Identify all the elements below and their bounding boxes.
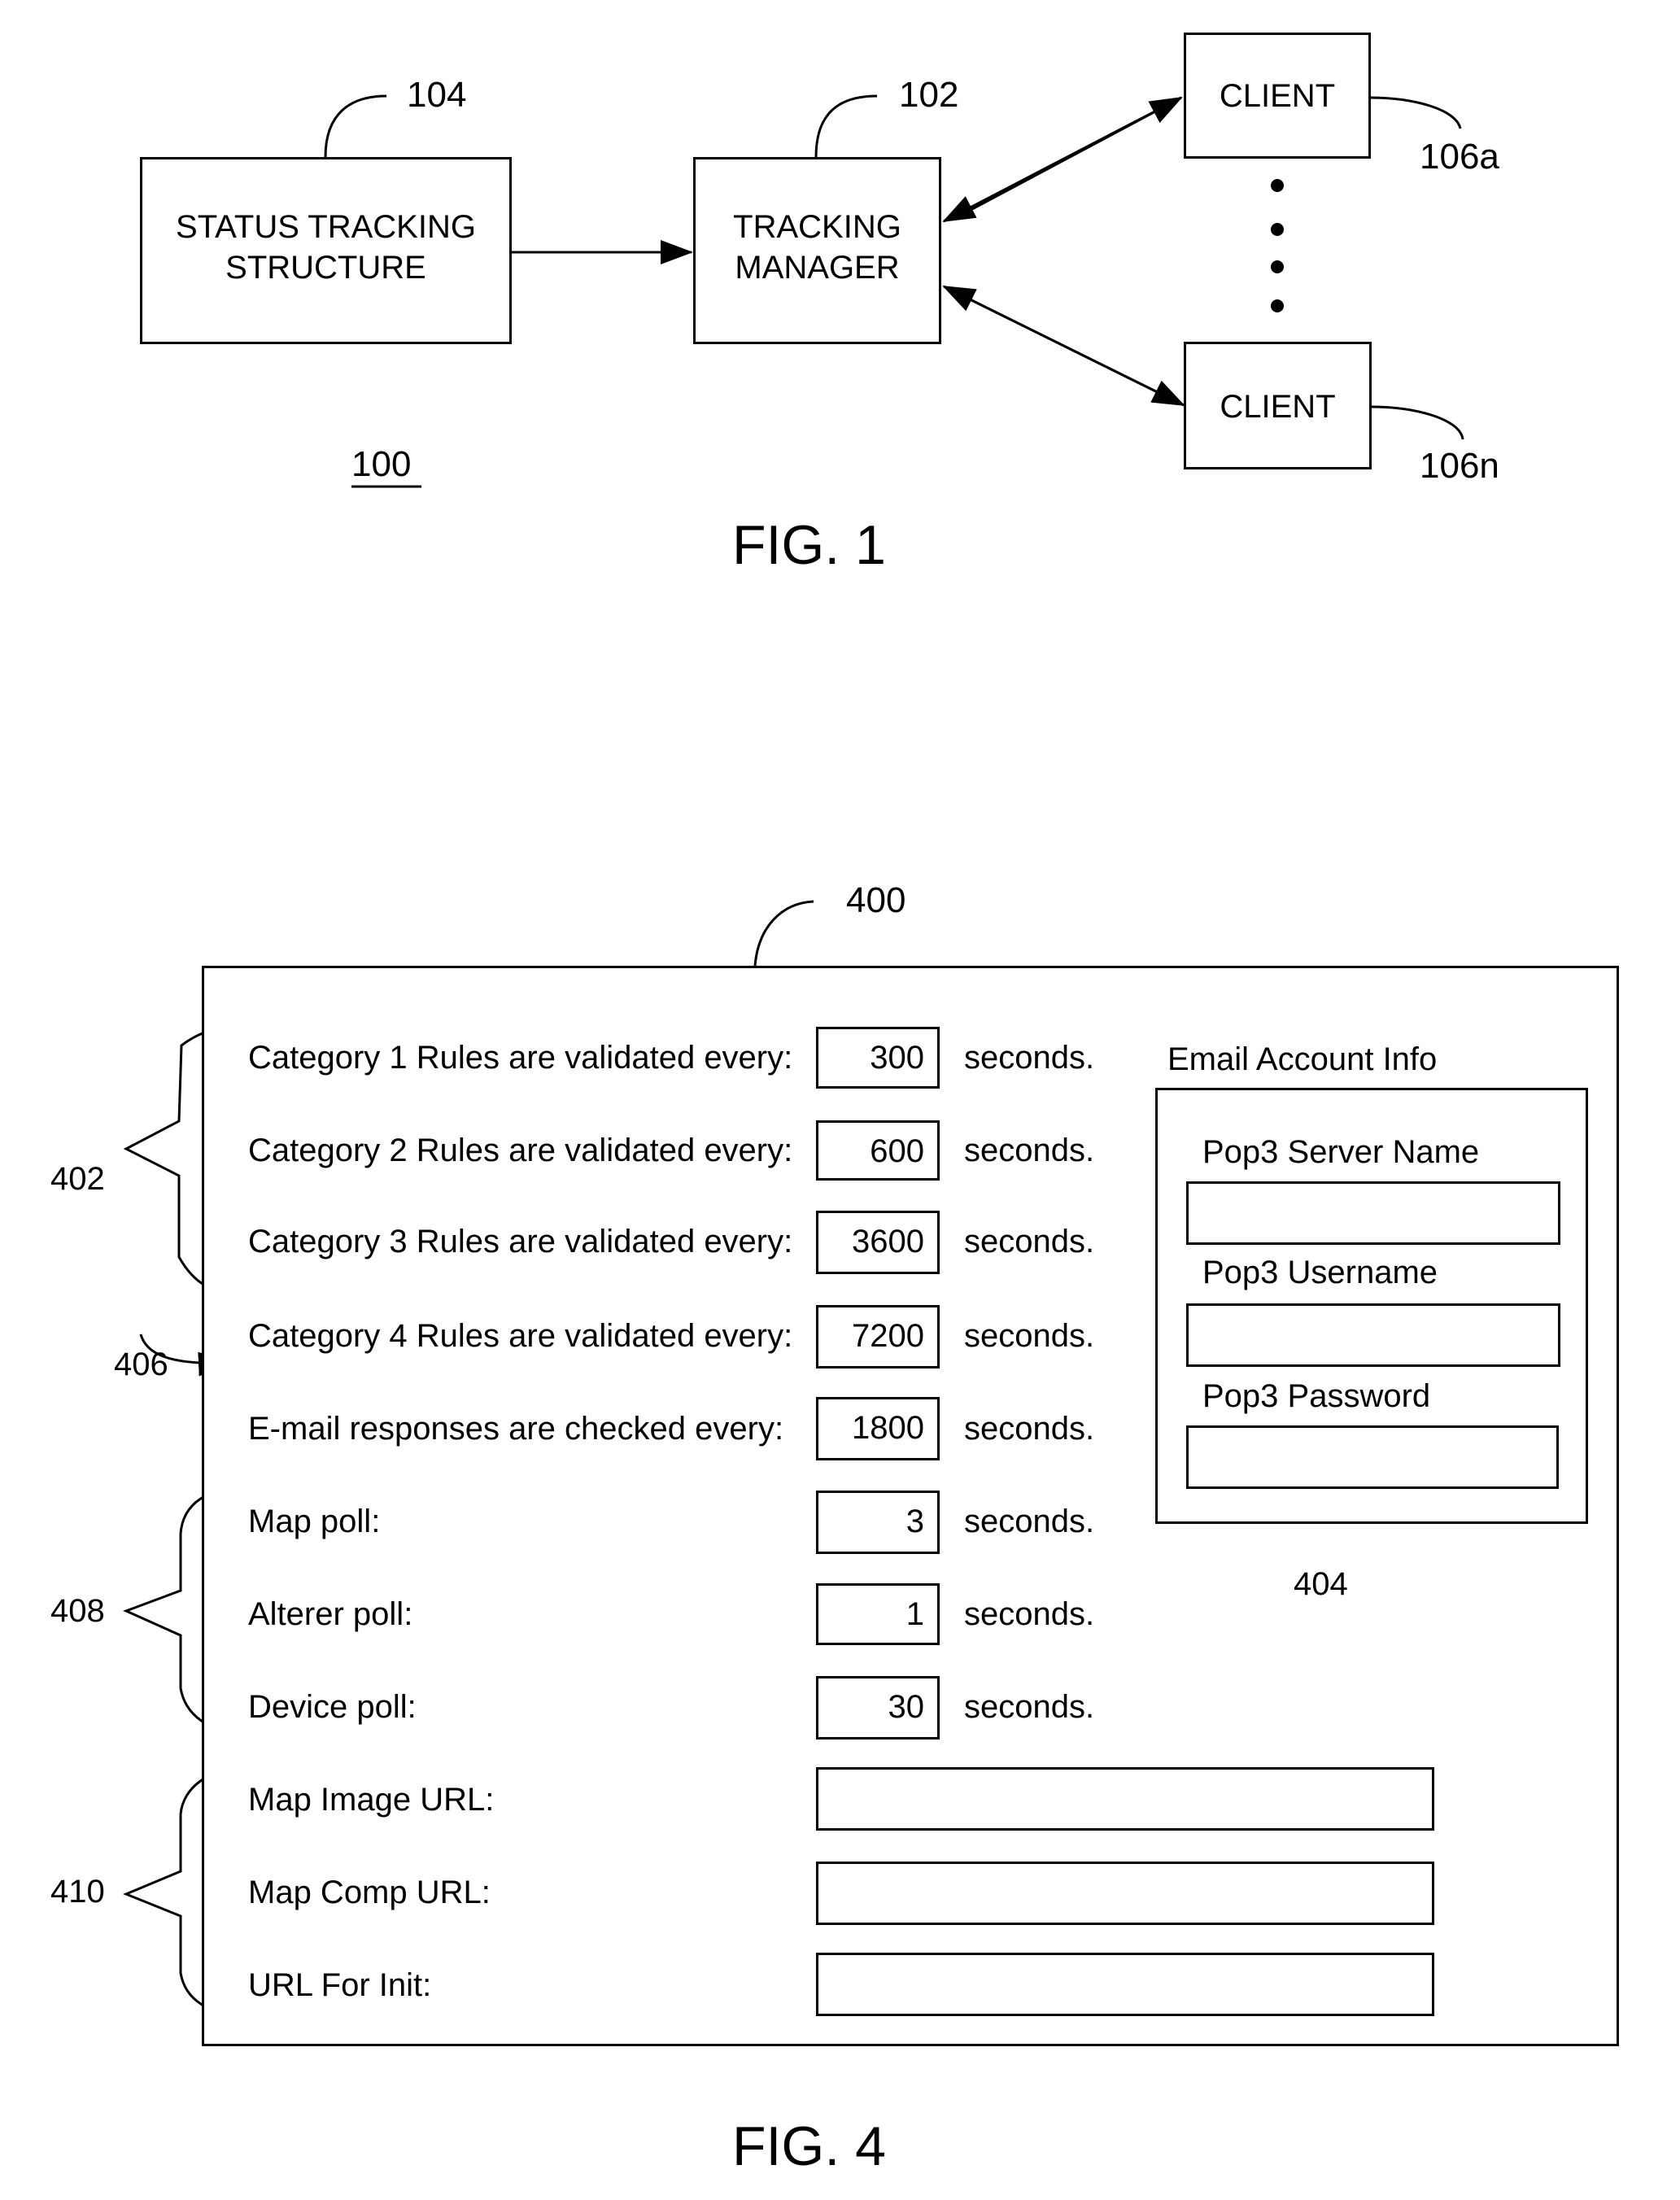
- map-poll-input[interactable]: 3: [816, 1491, 940, 1554]
- leader-106a: [1368, 96, 1462, 129]
- ref-106a: 106a: [1420, 137, 1499, 177]
- map-poll-label: Map poll:: [248, 1504, 381, 1539]
- rule-3-unit: seconds.: [964, 1224, 1095, 1259]
- ref-106n: 106n: [1420, 446, 1499, 486]
- ellipsis-dot: [1271, 223, 1284, 236]
- ref-402: 402: [50, 1161, 105, 1197]
- status-tracking-structure-box: STATUS TRACKING STRUCTURE: [140, 157, 512, 344]
- device-poll-label: Device poll:: [248, 1689, 417, 1725]
- arrow-manager-client-a-2: [942, 96, 1182, 223]
- ref-408: 408: [50, 1593, 105, 1629]
- url-for-init-input[interactable]: [816, 1953, 1434, 2016]
- ref-104: 104: [407, 75, 467, 115]
- pop3-server-name-label: Pop3 Server Name: [1202, 1134, 1480, 1170]
- figure-1-caption: FIG. 1: [732, 514, 886, 576]
- rule-4-label: Category 4 Rules are validated every:: [248, 1318, 793, 1354]
- rule-4-interval-input[interactable]: 7200: [816, 1305, 940, 1368]
- rule-2-interval-input[interactable]: 600: [816, 1120, 940, 1181]
- leader-106n: [1370, 405, 1464, 440]
- rule-2-unit: seconds.: [964, 1133, 1095, 1168]
- rule-2-label: Category 2 Rules are validated every:: [248, 1133, 793, 1168]
- map-comp-url-label: Map Comp URL:: [248, 1875, 491, 1910]
- email-check-unit: seconds.: [964, 1411, 1095, 1447]
- ref-406: 406: [114, 1347, 168, 1382]
- alterer-poll-unit: seconds.: [964, 1596, 1095, 1632]
- rule-3-label: Category 3 Rules are validated every:: [248, 1224, 793, 1259]
- figure-4-caption: FIG. 4: [732, 2115, 886, 2177]
- pop3-password-label: Pop3 Password: [1202, 1378, 1431, 1414]
- pop3-password-input[interactable]: [1186, 1425, 1559, 1489]
- rule-3-interval-input[interactable]: 3600: [816, 1211, 940, 1274]
- email-account-panel: Pop3 Server Name Pop3 Username Pop3 Pass…: [1155, 1088, 1588, 1524]
- rule-1-interval-input[interactable]: 300: [816, 1027, 940, 1089]
- url-for-init-label: URL For Init:: [248, 1967, 432, 2003]
- email-check-interval-input[interactable]: 1800: [816, 1397, 940, 1460]
- map-comp-url-input[interactable]: [816, 1862, 1434, 1925]
- pop3-server-name-input[interactable]: [1186, 1181, 1560, 1245]
- ellipsis-dot: [1271, 299, 1284, 312]
- leader-104: [324, 94, 387, 158]
- pop3-username-label: Pop3 Username: [1202, 1255, 1438, 1290]
- ref-410: 410: [50, 1874, 105, 1910]
- status-tracking-line2: STRUCTURE: [225, 250, 426, 286]
- device-poll-input[interactable]: 30: [816, 1676, 940, 1739]
- email-check-label: E-mail responses are checked every:: [248, 1411, 784, 1447]
- leader-102: [814, 94, 878, 158]
- map-poll-unit: seconds.: [964, 1504, 1095, 1539]
- rule-4-unit: seconds.: [964, 1318, 1095, 1354]
- ellipsis-dot: [1271, 179, 1284, 192]
- tracking-manager-line1: TRACKING: [733, 209, 901, 245]
- device-poll-unit: seconds.: [964, 1689, 1095, 1725]
- tracking-manager-box: TRACKING MANAGER: [693, 157, 941, 344]
- alterer-poll-input[interactable]: 1: [816, 1583, 940, 1645]
- rule-1-label: Category 1 Rules are validated every:: [248, 1040, 793, 1076]
- leader-400: [753, 900, 814, 967]
- client-box-a: CLIENT: [1184, 33, 1371, 159]
- ref-102: 102: [899, 75, 959, 115]
- client-box-n: CLIENT: [1184, 342, 1372, 469]
- email-account-title: Email Account Info: [1167, 1041, 1438, 1077]
- arrow-manager-client-n-2: [942, 285, 1185, 407]
- pop3-username-input[interactable]: [1186, 1303, 1560, 1367]
- ref-404: 404: [1294, 1566, 1348, 1602]
- status-tracking-line1: STATUS TRACKING: [176, 209, 476, 245]
- ellipsis-dot: [1271, 260, 1284, 273]
- ref-400: 400: [846, 880, 906, 920]
- client-n-label: CLIENT: [1220, 389, 1336, 425]
- rule-1-unit: seconds.: [964, 1040, 1095, 1076]
- alterer-poll-label: Alterer poll:: [248, 1596, 413, 1632]
- map-image-url-label: Map Image URL:: [248, 1782, 495, 1818]
- client-a-label: CLIENT: [1219, 78, 1336, 114]
- ref-100: 100: [351, 444, 412, 484]
- map-image-url-input[interactable]: [816, 1767, 1434, 1831]
- tracking-manager-line2: MANAGER: [735, 250, 900, 286]
